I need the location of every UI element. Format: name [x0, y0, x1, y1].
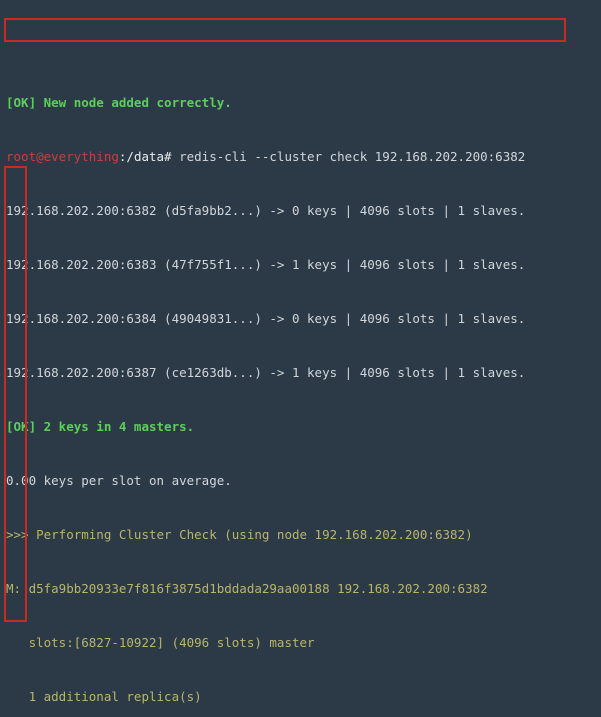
output-line: 192.168.202.200:6382 (d5fa9bb2...) -> 0 … — [6, 202, 595, 220]
highlight-cluster-box — [4, 166, 27, 622]
output-line: 0.00 keys per slot on average. — [6, 472, 595, 490]
terminal-window[interactable]: [OK] New node added correctly. root@ever… — [0, 0, 601, 717]
prompt-path: :/data# — [119, 149, 172, 164]
output-line: 192.168.202.200:6384 (49049831...) -> 0 … — [6, 310, 595, 328]
prompt-user: root@everything — [6, 149, 119, 164]
node-line: 1 additional replica(s) — [6, 688, 595, 706]
ok-node-added: [OK] New node added correctly. — [6, 94, 595, 112]
highlight-command-box — [4, 18, 566, 42]
performing-check: >>> Performing Cluster Check (using node… — [6, 526, 595, 544]
output-line: 192.168.202.200:6387 (ce1263db...) -> 1 … — [6, 364, 595, 382]
node-line: slots:[6827-10922] (4096 slots) master — [6, 634, 595, 652]
output-line: 192.168.202.200:6383 (47f755f1...) -> 1 … — [6, 256, 595, 274]
ok-keys: [OK] 2 keys in 4 masters. — [6, 418, 595, 436]
command-text: redis-cli --cluster check 192.168.202.20… — [172, 149, 526, 164]
node-line: M: d5fa9bb20933e7f816f3875d1bddada29aa00… — [6, 580, 595, 598]
prompt-line-1: root@everything:/data# redis-cli --clust… — [6, 148, 595, 166]
